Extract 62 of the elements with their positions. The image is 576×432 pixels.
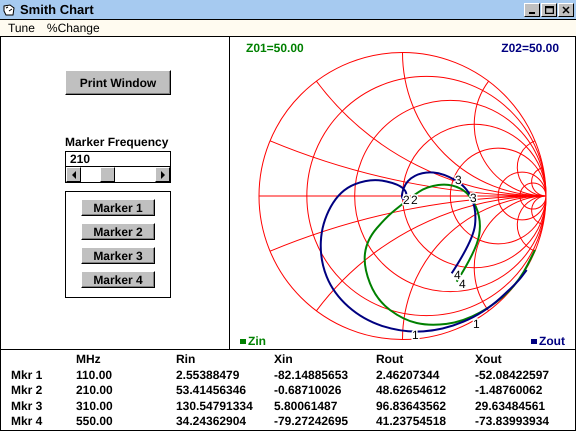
legend-label: Zout <box>539 334 565 348</box>
close-button[interactable] <box>558 2 574 16</box>
impedance-label: Z02=50.00 <box>501 41 559 55</box>
column-header: Rin <box>176 352 196 368</box>
frequency-scrollbar[interactable] <box>65 167 171 183</box>
table-cell-text: 2.46207344 <box>376 368 440 384</box>
table-cell-text: 29.63484561 <box>475 398 546 414</box>
close-icon <box>562 6 570 14</box>
marker-label: 1 <box>412 328 419 342</box>
table-cell-text: 34.24362904 <box>176 414 248 430</box>
menu-item[interactable]: %Change <box>42 21 104 35</box>
table-cell-text: 310.00 <box>76 398 114 414</box>
table-cell-text: 210.00 <box>76 383 114 399</box>
row-header: Mkr 2 <box>11 383 44 399</box>
impedance-label: Z01=50.00 <box>246 41 304 55</box>
row-header: Mkr 1 <box>11 368 44 384</box>
row-header: Mkr 4 <box>11 414 44 430</box>
marker-label: 1 <box>473 317 480 331</box>
column-header: Xout <box>475 352 503 368</box>
table-cell-text: 96.83643562 <box>376 398 448 414</box>
marker-label: 2 <box>411 193 418 207</box>
table-cell-text: 2.55388479 <box>176 368 240 384</box>
minimize-icon <box>529 12 535 14</box>
table-cell-text: 53.41456346 <box>176 383 248 399</box>
scroll-right-button[interactable] <box>155 167 170 182</box>
scroll-left-button[interactable] <box>66 167 81 182</box>
marker-label: 3 <box>470 191 477 205</box>
window-title: Smith Chart <box>20 2 95 17</box>
marker-frequency-label: Marker Frequency <box>65 135 168 149</box>
print-window-button[interactable]: Print Window <box>65 70 171 95</box>
table-cell-text: 130.54791334 <box>176 398 254 414</box>
minimize-button[interactable] <box>524 2 540 16</box>
table-cell-text: -79.27242695 <box>274 414 350 430</box>
marker-label: 4 <box>454 268 461 282</box>
table-cell-text: 41.23754518 <box>376 414 448 430</box>
table-cell-text: -0.68710026 <box>274 383 342 399</box>
column-header: Rout <box>376 352 404 368</box>
marker-button[interactable]: Marker 1 <box>81 199 155 216</box>
legend-label: Zin <box>248 334 266 348</box>
marker-button[interactable]: Marker 3 <box>81 247 155 264</box>
marker-button[interactable]: Marker 4 <box>81 271 155 288</box>
table-cell-text: 550.00 <box>76 414 114 430</box>
marker-label: 2 <box>403 193 410 207</box>
column-header: Xin <box>274 352 294 368</box>
maximize-button[interactable] <box>541 2 557 16</box>
table-cell-text: 110.00 <box>76 368 114 384</box>
row-header: Mkr 3 <box>11 398 44 414</box>
table-cell-text: 48.62654612 <box>376 383 448 399</box>
marker-label: 4 <box>459 277 466 291</box>
column-header: MHz <box>76 352 102 368</box>
marker-button[interactable]: Marker 2 <box>81 223 155 240</box>
table-cell-text: -73.83993934 <box>475 414 550 430</box>
frequency-input-field[interactable]: 210 <box>65 151 171 167</box>
table-cell-text: -82.14885653 <box>274 368 350 384</box>
menu-item[interactable]: Tune <box>4 21 39 35</box>
right-triangle-icon <box>160 170 166 178</box>
table-cell-text: 5.80061487 <box>274 398 338 414</box>
left-triangle-icon <box>70 170 76 178</box>
scrollbar-thumb[interactable] <box>100 167 116 182</box>
maximize-icon <box>544 6 554 14</box>
table-cell-text: -1.48760062 <box>475 383 544 399</box>
table-cell-text: -52.08422597 <box>475 368 550 384</box>
